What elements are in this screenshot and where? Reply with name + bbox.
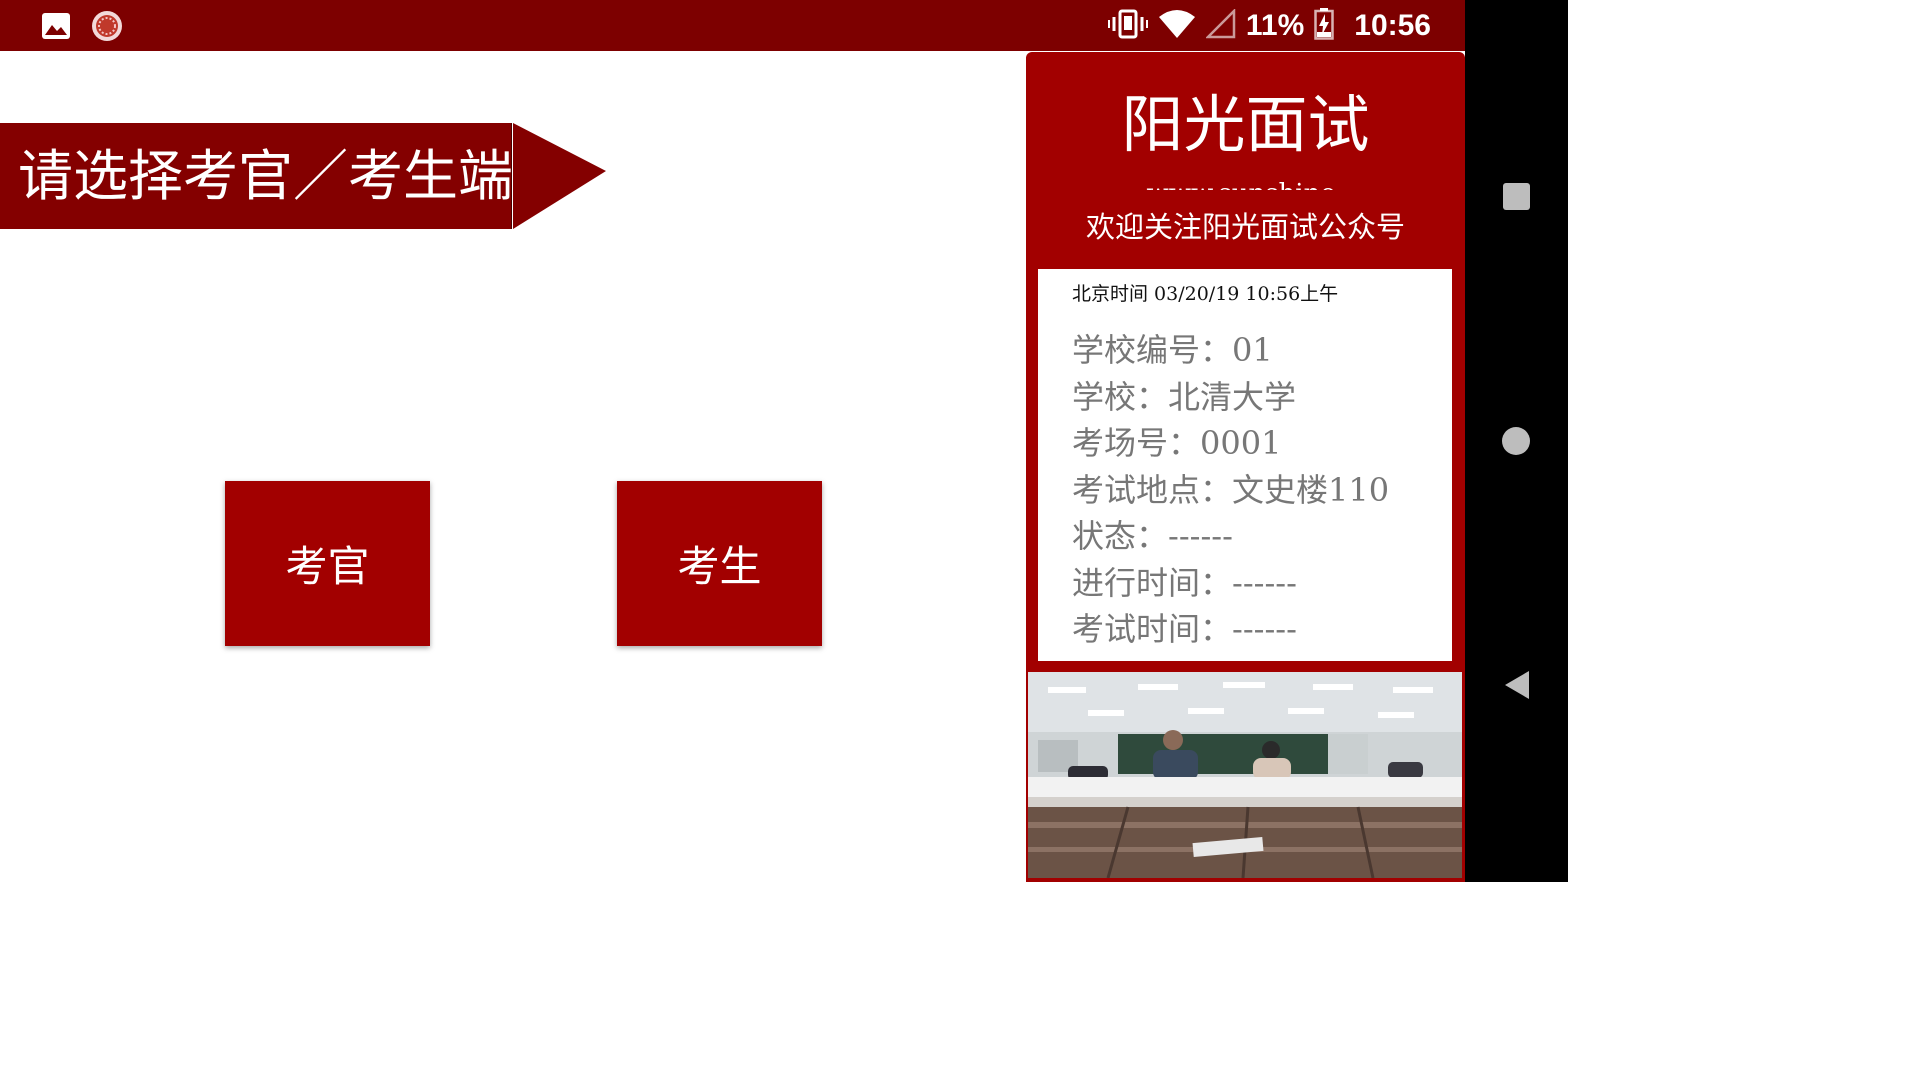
banner-arrow-icon <box>513 123 607 233</box>
exam-location-line: 考试地点：文史楼110 <box>1072 470 1390 509</box>
panel-welcome-text: 欢迎关注阳光面试公众号 <box>1085 210 1405 244</box>
elapsed-time-line: 进行时间：------ <box>1072 563 1297 602</box>
cell-signal-icon <box>1204 7 1236 43</box>
exam-room-number-line: 考场号：0001 <box>1072 424 1282 462</box>
recent-apps-icon[interactable] <box>1503 183 1530 210</box>
student-button[interactable]: 考生 <box>617 481 822 646</box>
app-notification-icon <box>91 10 123 46</box>
home-icon[interactable] <box>1502 427 1530 455</box>
beijing-time: 北京时间 03/20/19 10:56上午 <box>1072 283 1339 305</box>
back-icon[interactable] <box>1504 670 1530 704</box>
school-name-line: 学校：北清大学 <box>1072 377 1297 416</box>
classroom-camera-preview <box>1028 672 1462 878</box>
wifi-icon <box>1158 9 1196 43</box>
panel-url-container: www.sunshine- <box>1026 176 1465 190</box>
battery-percent: 11% <box>1245 8 1305 42</box>
status-indicators: 11% 10:56 <box>1107 0 1431 51</box>
vibrate-icon <box>1107 9 1148 43</box>
exam-info-box: 北京时间 03/20/19 10:56上午 学校编号：01 学校：北清大学 考场… <box>1038 269 1452 661</box>
examiner-button[interactable]: 考官 <box>225 481 430 646</box>
school-id-line: 学校编号：01 <box>1072 331 1273 369</box>
page-title: 请选择考官／考生端 <box>18 144 514 208</box>
status-line: 状态：------ <box>1072 517 1233 555</box>
exam-info-panel: 阳光面试 www.sunshine- 欢迎关注阳光面试公众号 北京时间 03/2… <box>1026 52 1465 882</box>
panel-title: 阳光面试 <box>1121 88 1370 161</box>
status-bar: 11% 10:56 <box>0 0 1465 51</box>
exam-time-line: 考试时间：------ <box>1072 610 1297 648</box>
exam-info-list: 学校编号：01 学校：北清大学 考场号：0001 考试地点：文史楼110 状态：… <box>1072 327 1389 653</box>
gallery-notification-icon <box>41 12 71 44</box>
clock-time: 10:56 <box>1354 8 1431 42</box>
app-screen: 11% 10:56 请选择考官／考生端 考官 考生 阳光面试 欢迎关注阳光面试公… <box>0 0 1568 882</box>
battery-charging-icon <box>1314 7 1335 44</box>
page-title-banner: 请选择考官／考生端 <box>0 123 514 229</box>
panel-url: www.sunshine- <box>1026 180 1465 190</box>
